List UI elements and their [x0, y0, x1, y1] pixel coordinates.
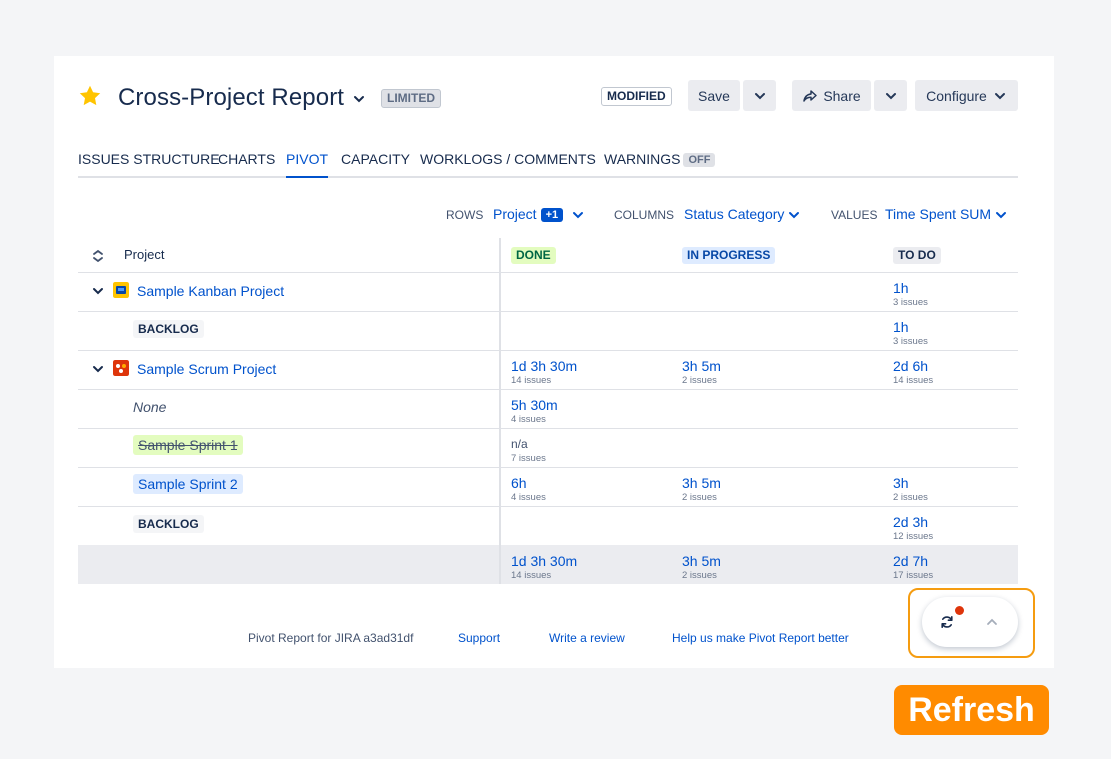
- save-label: Save: [698, 87, 730, 104]
- rows-extra-badge: +1: [540, 208, 564, 222]
- cell-issue-count: 14 issues: [511, 375, 552, 386]
- chevron-up-icon[interactable]: [986, 616, 998, 628]
- cell-value: n/a: [511, 437, 528, 451]
- table-row: [78, 312, 1018, 351]
- rows-value: Project: [493, 206, 537, 222]
- columns-label: COLUMNS: [614, 208, 675, 222]
- scrum-project-icon: [113, 360, 129, 376]
- configure-button[interactable]: Configure: [915, 80, 1018, 111]
- total-value[interactable]: 1d 3h 30m: [511, 553, 577, 569]
- share-label: Share: [823, 87, 861, 104]
- project-column-header[interactable]: Project: [124, 247, 164, 262]
- total-value[interactable]: 2d 7h: [893, 553, 928, 569]
- sort-icon[interactable]: [92, 249, 104, 263]
- tab-worklogs-comments[interactable]: WORKLOGS / COMMENTS: [420, 151, 596, 178]
- modified-badge: MODIFIED: [601, 87, 672, 106]
- save-button[interactable]: Save: [688, 80, 740, 111]
- backlog-label: BACKLOG: [133, 515, 204, 533]
- limited-badge: LIMITED: [381, 89, 441, 108]
- cell-issue-count: 7 issues: [511, 453, 546, 464]
- values-selector[interactable]: Time Spent SUM: [885, 206, 991, 222]
- cell-issue-count: 12 issues: [893, 531, 934, 542]
- cell-value[interactable]: 3h 5m: [682, 475, 721, 491]
- columns-selector[interactable]: Status Category: [684, 206, 784, 222]
- rows-selector[interactable]: Project +1: [493, 206, 564, 222]
- cell-value[interactable]: 1d 3h 30m: [511, 358, 577, 374]
- footer-review-link[interactable]: Write a review: [549, 631, 625, 645]
- chevron-down-icon: [885, 92, 896, 99]
- tab-pivot[interactable]: PIVOT: [286, 151, 329, 178]
- cell-issue-count: 2 issues: [893, 492, 928, 503]
- total-issue-count: 17 issues: [893, 570, 934, 581]
- page-title: Cross-Project Report: [118, 84, 345, 111]
- tab-issues-structure[interactable]: ISSUES STRUCTURE: [78, 151, 220, 178]
- save-dropdown-button[interactable]: [743, 80, 776, 111]
- cell-issue-count: 4 issues: [511, 492, 546, 503]
- cell-value[interactable]: 2d 3h: [893, 514, 928, 530]
- backlog-label: BACKLOG: [133, 320, 204, 338]
- refresh-callout: Refresh: [894, 685, 1049, 735]
- values-label: VALUES: [831, 208, 878, 222]
- tab-warnings-label: WARNINGS: [604, 151, 681, 167]
- chevron-down-icon: [754, 92, 765, 99]
- refresh-widget: [922, 597, 1018, 647]
- total-issue-count: 2 issues: [682, 570, 717, 581]
- chevron-down-icon[interactable]: [92, 363, 104, 375]
- chevron-down-icon[interactable]: [92, 285, 104, 297]
- cell-value[interactable]: 5h 30m: [511, 397, 558, 413]
- cell-value[interactable]: 3h: [893, 475, 909, 491]
- none-label: None: [133, 399, 167, 415]
- report-tabs: ISSUES STRUCTURE CHARTS PIVOT CAPACITY W…: [78, 150, 1018, 178]
- refresh-icon[interactable]: [940, 615, 954, 629]
- column-header-to-do[interactable]: TO DO: [893, 247, 941, 264]
- chevron-down-icon[interactable]: [572, 209, 584, 221]
- cell-issue-count: 2 issues: [682, 375, 717, 386]
- column-header-in-progress[interactable]: IN PROGRESS: [682, 247, 776, 264]
- footer-support-link[interactable]: Support: [458, 631, 500, 645]
- chevron-down-icon: [994, 92, 1005, 99]
- sprint-1-label[interactable]: Sample Sprint 1: [133, 435, 243, 455]
- configure-label: Configure: [926, 87, 987, 104]
- footer-feedback-link[interactable]: Help us make Pivot Report better: [672, 631, 849, 645]
- tab-capacity[interactable]: CAPACITY: [341, 151, 410, 178]
- sprint-2-label[interactable]: Sample Sprint 2: [133, 474, 243, 494]
- project-link-scrum[interactable]: Sample Scrum Project: [137, 361, 276, 377]
- cell-value[interactable]: 1h: [893, 280, 909, 296]
- rows-label: ROWS: [446, 208, 484, 222]
- cell-issue-count: 3 issues: [893, 336, 928, 347]
- kanban-project-icon: [113, 282, 129, 298]
- total-value[interactable]: 3h 5m: [682, 553, 721, 569]
- tab-charts[interactable]: CHARTS: [218, 151, 275, 178]
- footer-version: Pivot Report for JIRA a3ad31df: [248, 631, 414, 645]
- tab-warnings[interactable]: WARNINGS OFF: [604, 151, 716, 178]
- cell-value[interactable]: 6h: [511, 475, 527, 491]
- share-dropdown-button[interactable]: [874, 80, 907, 111]
- total-issue-count: 14 issues: [511, 570, 552, 581]
- share-icon: [803, 89, 818, 102]
- cell-value[interactable]: 3h 5m: [682, 358, 721, 374]
- cell-value[interactable]: 1h: [893, 319, 909, 335]
- cell-issue-count: 4 issues: [511, 414, 546, 425]
- share-button[interactable]: Share: [792, 80, 871, 111]
- project-link-kanban[interactable]: Sample Kanban Project: [137, 283, 284, 299]
- column-header-done[interactable]: DONE: [511, 247, 556, 264]
- star-icon[interactable]: [78, 84, 102, 108]
- chevron-down-icon[interactable]: [995, 209, 1007, 221]
- cell-issue-count: 3 issues: [893, 297, 928, 308]
- table-row: [78, 507, 1018, 546]
- chevron-down-icon[interactable]: [788, 209, 800, 221]
- chevron-down-icon[interactable]: [352, 92, 366, 106]
- cell-issue-count: 14 issues: [893, 375, 934, 386]
- update-notification-dot: [955, 606, 964, 615]
- warnings-off-badge: OFF: [683, 153, 716, 167]
- cell-value[interactable]: 2d 6h: [893, 358, 928, 374]
- cell-issue-count: 2 issues: [682, 492, 717, 503]
- column-divider: [499, 238, 501, 584]
